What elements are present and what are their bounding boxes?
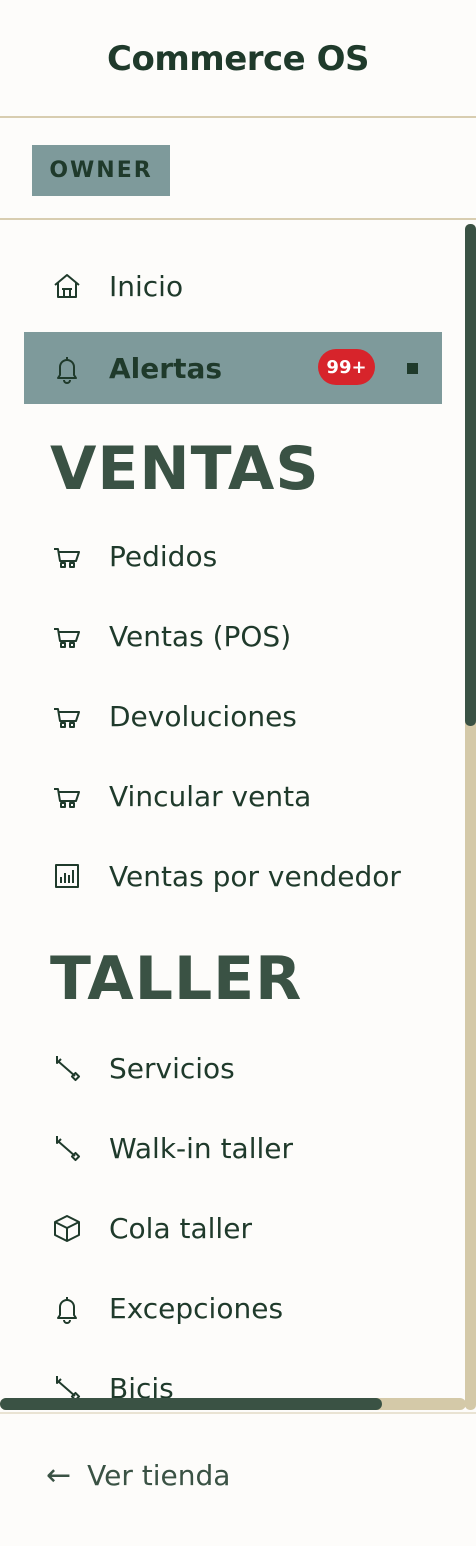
nav-item-label: Servicios [109, 1051, 235, 1085]
horizontal-scrollbar-thumb[interactable] [0, 1398, 382, 1410]
box-icon [50, 1211, 84, 1245]
ver-tienda-link[interactable]: ← Ver tienda [46, 1458, 230, 1493]
section-heading-ventas: VENTAS [50, 434, 320, 504]
cart-icon [50, 779, 84, 813]
nav-item-label: Devoluciones [109, 699, 297, 733]
nav-item-inicio[interactable]: Inicio [24, 250, 442, 322]
nav-item-label: Walk-in taller [109, 1131, 294, 1165]
nav-item-vincular-venta[interactable]: Vincular venta [24, 760, 442, 832]
nav-item-label: Alertas [109, 351, 223, 385]
nav-item-ventas-por-vendedor[interactable]: Ventas por vendedor [24, 840, 442, 912]
cart-icon [50, 619, 84, 653]
cart-icon [50, 539, 84, 573]
nav-item-devoluciones[interactable]: Devoluciones [24, 680, 442, 752]
bell-icon [50, 1291, 84, 1325]
sidebar-footer: ← Ver tienda [0, 1412, 476, 1546]
ver-tienda-label: Ver tienda [87, 1459, 231, 1492]
vertical-scrollbar-thumb[interactable] [465, 224, 476, 726]
nav-item-label: Ventas por vendedor [109, 859, 401, 893]
home-icon [50, 269, 84, 303]
nav-item-label: Cola taller [109, 1211, 252, 1245]
nav-item-label: Vincular venta [109, 779, 312, 813]
wrench-icon [50, 1051, 84, 1085]
nav-item-walk-in-taller[interactable]: Walk-in taller [24, 1112, 442, 1184]
arrow-left-icon: ← [46, 1458, 72, 1493]
alert-count-badge: 99+ [318, 349, 375, 385]
nav-item-servicios[interactable]: Servicios [24, 1032, 442, 1104]
nav-item-excepciones[interactable]: Excepciones [24, 1272, 442, 1344]
section-heading-taller: TALLER [50, 944, 303, 1014]
bell-icon [50, 351, 84, 385]
nav-item-ventas-pos[interactable]: Ventas (POS) [24, 600, 442, 672]
wrench-icon [50, 1131, 84, 1165]
role-area: OWNER [0, 120, 476, 220]
app-header: Commerce OS [0, 0, 476, 118]
bar-chart-icon [50, 859, 84, 893]
active-indicator [407, 363, 418, 374]
cart-icon [50, 699, 84, 733]
nav-item-label: Excepciones [109, 1291, 284, 1325]
nav-item-label: Ventas (POS) [109, 619, 292, 653]
app-title: Commerce OS [107, 39, 369, 79]
nav-item-label: Pedidos [109, 539, 218, 573]
nav-item-label: Inicio [109, 269, 184, 303]
sidebar-nav[interactable]: Inicio Alertas 99+ VENTAS Pedidos Ventas… [0, 222, 476, 1412]
role-badge: OWNER [32, 145, 170, 196]
nav-item-cola-taller[interactable]: Cola taller [24, 1192, 442, 1264]
nav-item-pedidos[interactable]: Pedidos [24, 520, 442, 592]
nav-item-alertas[interactable]: Alertas 99+ [24, 332, 442, 404]
